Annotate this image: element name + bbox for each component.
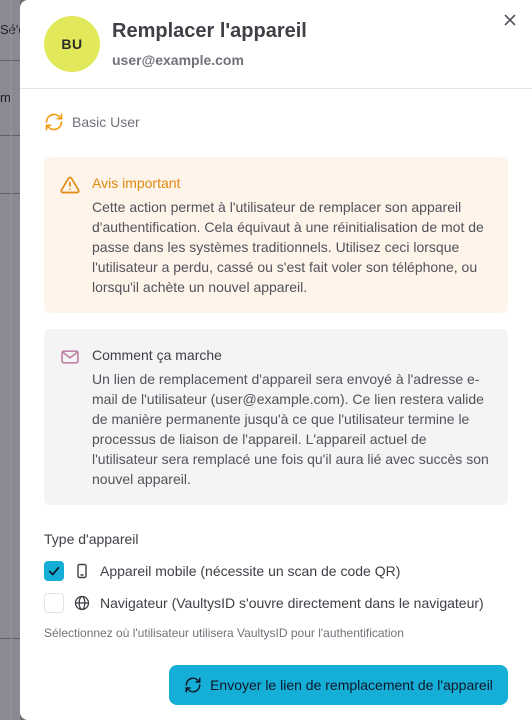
send-replacement-link-button[interactable]: Envoyer le lien de remplacement de l'app… (169, 665, 508, 705)
option-mobile-label: Appareil mobile (nécessite un scan de co… (100, 563, 401, 579)
option-browser[interactable]: Navigateur (VaultysID s'ouvre directemen… (44, 593, 484, 613)
background-vertical-line (10, 0, 12, 720)
close-button[interactable] (502, 12, 518, 28)
close-icon (504, 14, 516, 26)
refresh-icon (185, 677, 201, 693)
how-it-works-title: Comment ça marche (92, 347, 222, 363)
warning-triangle-icon (60, 176, 80, 194)
how-it-works-body: Un lien de remplacement d'appareil sera … (92, 371, 489, 487)
modal-header: BU Remplacer l'appareil user@example.com (20, 0, 532, 89)
device-type-helper: Sélectionnez où l'utilisateur utilisera … (44, 626, 404, 640)
avatar: BU (44, 16, 100, 72)
browser-checkbox[interactable] (44, 593, 64, 613)
option-mobile-device[interactable]: Appareil mobile (nécessite un scan de co… (44, 561, 400, 581)
mail-icon (61, 350, 79, 364)
smartphone-icon (74, 563, 90, 579)
send-button-label: Envoyer le lien de remplacement de l'app… (210, 677, 493, 693)
background-strip: Sé'e m (0, 0, 20, 720)
mobile-checkbox[interactable] (44, 561, 64, 581)
role-label: Basic User (72, 114, 140, 130)
globe-icon (74, 595, 90, 611)
modal-title: Remplacer l'appareil (112, 20, 307, 42)
option-browser-label: Navigateur (VaultysID s'ouvre directemen… (100, 595, 484, 611)
checkmark-icon (48, 567, 60, 576)
how-it-works: Comment ça marche Un lien de remplacemen… (44, 329, 508, 505)
device-type-label: Type d'appareil (44, 531, 139, 547)
refresh-icon (45, 113, 63, 131)
replace-device-modal: BU Remplacer l'appareil user@example.com… (20, 0, 532, 720)
notice-title: Avis important (92, 175, 181, 191)
user-role: Basic User (44, 112, 140, 132)
important-notice: Avis important Cette action permet à l'u… (44, 157, 508, 313)
notice-body: Cette action permet à l'utilisateur de r… (92, 199, 484, 295)
user-email: user@example.com (112, 52, 244, 68)
